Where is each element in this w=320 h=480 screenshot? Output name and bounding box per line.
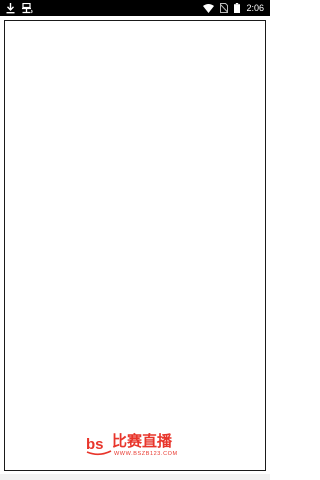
battery-icon xyxy=(234,2,241,14)
bs-logo-letters: bs xyxy=(86,436,104,453)
download-icon xyxy=(6,2,15,14)
status-bar-left xyxy=(6,1,33,15)
app-logo: bs 比赛直播 WWW.BSZB123.COM xyxy=(84,432,194,460)
status-time: 2:06 xyxy=(246,3,264,13)
logo-text: 比赛直播 xyxy=(112,432,173,450)
splash-content-area xyxy=(4,20,266,471)
logo-url: WWW.BSZB123.COM xyxy=(114,451,178,457)
status-bar-right: 2:06 xyxy=(203,1,264,15)
wifi-icon xyxy=(203,2,215,14)
bs-logo-mark: bs xyxy=(86,434,112,461)
bottom-edge xyxy=(0,474,270,480)
status-bar: 2:06 xyxy=(0,0,270,16)
bug-icon xyxy=(21,2,33,14)
no-sim-icon xyxy=(220,2,229,14)
